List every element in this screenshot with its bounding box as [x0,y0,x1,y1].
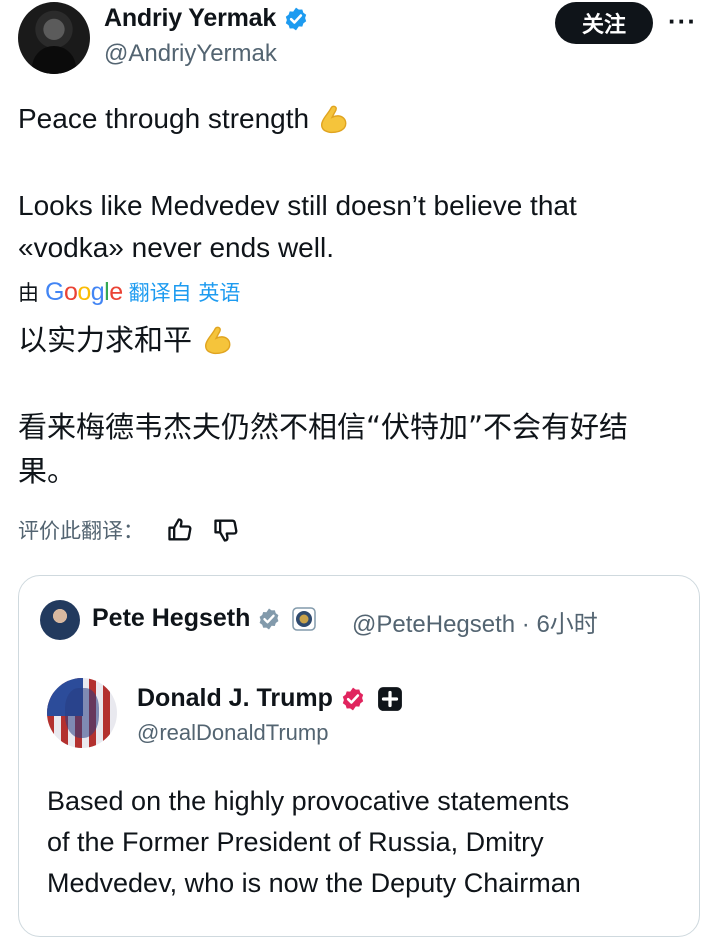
verified-badge-icon [259,608,279,630]
verified-badge-icon [285,8,306,31]
inner-author-avatar[interactable] [47,678,117,748]
flexed-biceps-icon [205,326,231,355]
translated-from-link[interactable]: 翻译自 英语 [129,277,241,307]
verified-badge-icon [342,688,363,711]
quoted-author-avatar[interactable] [40,600,80,640]
quoted-author-name[interactable]: Pete Hegseth [92,604,250,632]
inner-author-handle: @realDonaldTrump [137,720,329,745]
inner-author-name-row[interactable]: Donald J. Trump [137,684,403,713]
translation-line-1: 以实力求和平 [18,318,239,362]
author-name-row[interactable]: Andriy Yermak [104,4,309,33]
inner-post-text: Based on the highly provocative statemen… [47,781,687,904]
government-seal-icon [292,607,317,632]
inner-text-line-3: Medvedev, who is now the Deputy Chairman [47,868,581,898]
quoted-author-name-row[interactable]: Pete Hegseth [92,604,317,633]
rate-translation: 评价此翻译： [18,515,240,545]
thumbs-up-icon[interactable] [166,516,194,544]
author-handle[interactable]: @AndriyYermak [104,40,277,68]
translation-line-3: 果。 [18,454,77,488]
translation-line-2: 看来梅德韦杰夫仍然不相信“伏特加”不会有好结 [18,410,629,444]
inner-text-line-2: of the Former President of Russia, Dmitr… [47,827,544,857]
follow-button[interactable]: 关注 [555,2,653,44]
translation-prefix: 由 [18,281,39,305]
thumbs-down-icon[interactable] [212,516,240,544]
tweet-line-1: Peace through strength [18,98,355,140]
author-avatar[interactable] [18,2,90,74]
author-display-name[interactable]: Andriy Yermak [104,4,276,32]
more-options-icon[interactable]: ··· [668,6,697,37]
inner-author-name[interactable]: Donald J. Trump [137,684,333,712]
quoted-handle-time: @PeteHegseth · 6小时 [352,611,598,638]
translation-attribution: 由 Google 翻译自 英语 [18,277,240,307]
affiliate-plus-icon [377,687,402,712]
tweet-line-3: «vodka» never ends well. [18,232,334,263]
rate-translation-label: 评价此翻译： [18,519,144,543]
tweet-line-2: Looks like Medvedev still doesn’t believ… [18,190,577,221]
inner-text-line-1: Based on the highly provocative statemen… [47,786,570,816]
google-logo: Google [45,277,123,306]
flexed-biceps-icon [320,105,347,133]
